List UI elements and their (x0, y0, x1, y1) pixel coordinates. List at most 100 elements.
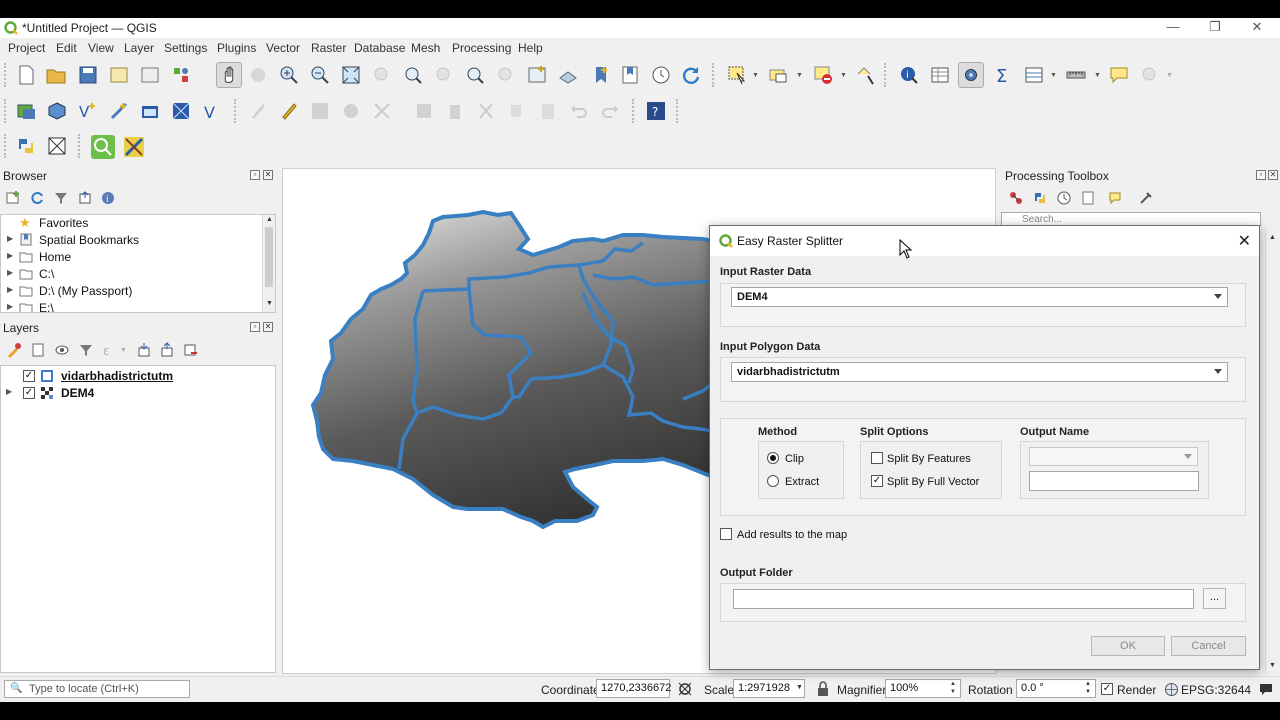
zoom-native-icon[interactable] (433, 64, 455, 86)
menu-settings[interactable]: Settings (164, 41, 207, 55)
processing-options-icon[interactable] (1138, 190, 1154, 206)
new-shapefile-layer-icon[interactable]: V (77, 100, 99, 122)
filter-browser-icon[interactable] (53, 190, 69, 206)
toolbox-scrollbar[interactable]: ▲ ▼ (1265, 230, 1279, 674)
pan-map-icon[interactable] (216, 62, 242, 88)
delete-selected-icon[interactable] (444, 100, 466, 122)
zoom-full-icon[interactable] (340, 64, 362, 86)
menu-edit[interactable]: Edit (56, 41, 77, 55)
float-panel-button[interactable]: ▫ (250, 170, 260, 180)
lock-scale-icon[interactable] (816, 681, 830, 697)
new-print-layout-icon[interactable] (108, 64, 130, 86)
new-project-icon[interactable] (15, 64, 37, 86)
close-window-button[interactable]: ✕ (1236, 18, 1278, 38)
copy-features-icon[interactable] (506, 100, 528, 122)
browser-item-spatial-bookmarks[interactable]: ▶ Spatial Bookmarks (1, 232, 263, 249)
toolbox-search-input[interactable]: Search... (1001, 212, 1261, 226)
collapse-all-layers-icon[interactable] (159, 342, 175, 358)
close-panel-button[interactable]: ✕ (263, 322, 273, 332)
zoom-to-layer-icon[interactable] (402, 64, 424, 86)
zoom-in-icon[interactable] (278, 64, 300, 86)
easy-raster-splitter-icon[interactable] (122, 135, 146, 159)
crs-globe-icon[interactable] (1164, 682, 1179, 697)
attribute-table-icon[interactable] (929, 64, 951, 86)
cancel-button[interactable]: Cancel (1171, 636, 1246, 656)
ok-button[interactable]: OK (1091, 636, 1165, 656)
chevron-right-icon[interactable]: ▶ (7, 285, 13, 294)
new-geopackage-layer-icon[interactable] (46, 100, 68, 122)
input-polygon-combo[interactable]: vidarbhadistrictutm (731, 362, 1228, 382)
toggle-editing-icon[interactable] (278, 100, 300, 122)
dialog-close-button[interactable]: ✕ (1238, 231, 1251, 251)
layer-item-dem4[interactable]: ▶ ✓ DEM4 (1, 385, 275, 402)
output-name-field[interactable] (1029, 471, 1199, 491)
qgis-search-plugin-icon[interactable] (91, 135, 115, 159)
menu-vector[interactable]: Vector (266, 41, 300, 55)
chevron-down-icon[interactable]: ▼ (752, 72, 759, 79)
method-clip-radio[interactable] (767, 452, 779, 464)
browser-scrollbar[interactable]: ▲ ▼ (262, 215, 275, 312)
add-selected-layers-icon[interactable] (5, 190, 21, 206)
input-raster-combo[interactable]: DEM4 (731, 287, 1228, 307)
locator-search-input[interactable]: 🔍 Type to locate (Ctrl+K) (4, 680, 190, 698)
scrollbar-thumb[interactable] (265, 227, 273, 287)
new-spatialite-layer-icon[interactable] (108, 100, 130, 122)
new-virtual-layer-icon[interactable] (170, 100, 192, 122)
zoom-last-icon[interactable] (464, 64, 486, 86)
add-feature-icon[interactable] (340, 100, 362, 122)
measure-line-icon[interactable] (1065, 64, 1087, 86)
georeferencer-icon[interactable] (46, 135, 68, 157)
maximize-button[interactable]: ❐ (1194, 18, 1236, 38)
paste-features-icon[interactable] (537, 100, 559, 122)
chevron-down-icon[interactable] (1214, 369, 1222, 374)
browser-item-favorites[interactable]: ★ Favorites (1, 215, 263, 232)
remove-layer-icon[interactable] (182, 342, 198, 358)
method-extract-radio[interactable] (767, 475, 779, 487)
save-project-icon[interactable] (77, 64, 99, 86)
new-temporary-layer-icon[interactable] (139, 100, 161, 122)
chevron-right-icon[interactable]: ▶ (7, 234, 13, 243)
menu-plugins[interactable]: Plugins (217, 41, 256, 55)
select-features-icon[interactable] (726, 64, 748, 86)
new-map-view-icon[interactable] (526, 64, 548, 86)
expand-all-icon[interactable] (136, 342, 152, 358)
chevron-right-icon[interactable]: ▶ (7, 268, 13, 277)
close-panel-button[interactable]: ✕ (263, 170, 273, 180)
layer-item-vidarbhadistrictutm[interactable]: ✓ vidarbhadistrictutm (1, 368, 275, 385)
browse-folder-button[interactable]: ... (1203, 588, 1226, 609)
chevron-down-icon[interactable]: ▼ (1094, 72, 1101, 79)
float-panel-button[interactable]: ▫ (1256, 170, 1266, 180)
menu-database[interactable]: Database (354, 41, 405, 55)
current-edits-icon[interactable] (247, 100, 269, 122)
magnifier-spinbox[interactable]: 100% ▲ ▼ (885, 679, 961, 698)
toggle-extents-icon[interactable] (677, 681, 693, 697)
scripts-icon[interactable] (1032, 190, 1048, 206)
zoom-out-icon[interactable] (309, 64, 331, 86)
add-virtual-layer-icon[interactable]: V (201, 100, 223, 122)
style-manager-icon[interactable] (170, 64, 192, 86)
collapse-all-icon[interactable] (77, 190, 93, 206)
processing-toolbox-icon[interactable] (958, 62, 984, 88)
deselect-features-icon[interactable] (812, 64, 834, 86)
select-by-value-icon[interactable] (767, 64, 789, 86)
select-location-icon[interactable] (854, 64, 876, 86)
filter-by-expression-icon[interactable]: ε (102, 342, 118, 358)
browser-item-home[interactable]: ▶ Home (1, 249, 263, 266)
render-checkbox[interactable]: ✓ (1101, 683, 1113, 695)
statistics-sum-icon[interactable]: Σ (992, 64, 1014, 86)
chevron-down-icon[interactable] (1214, 294, 1222, 299)
open-project-icon[interactable] (45, 64, 67, 86)
layout-manager-icon[interactable] (139, 64, 161, 86)
chevron-right-icon[interactable]: ▶ (6, 387, 12, 396)
chevron-right-icon[interactable]: ▶ (7, 302, 13, 311)
redo-icon[interactable] (599, 100, 621, 122)
float-panel-button[interactable]: ▫ (250, 322, 260, 332)
menu-view[interactable]: View (88, 41, 114, 55)
add-group-icon[interactable] (30, 342, 46, 358)
show-bookmarks-icon[interactable] (619, 64, 641, 86)
edit-features-in-place-icon[interactable] (1108, 190, 1124, 206)
properties-info-icon[interactable]: i (100, 190, 116, 206)
new-bookmark-icon[interactable] (590, 64, 612, 86)
output-name-combo[interactable] (1029, 447, 1198, 466)
cut-features-icon[interactable] (475, 100, 497, 122)
